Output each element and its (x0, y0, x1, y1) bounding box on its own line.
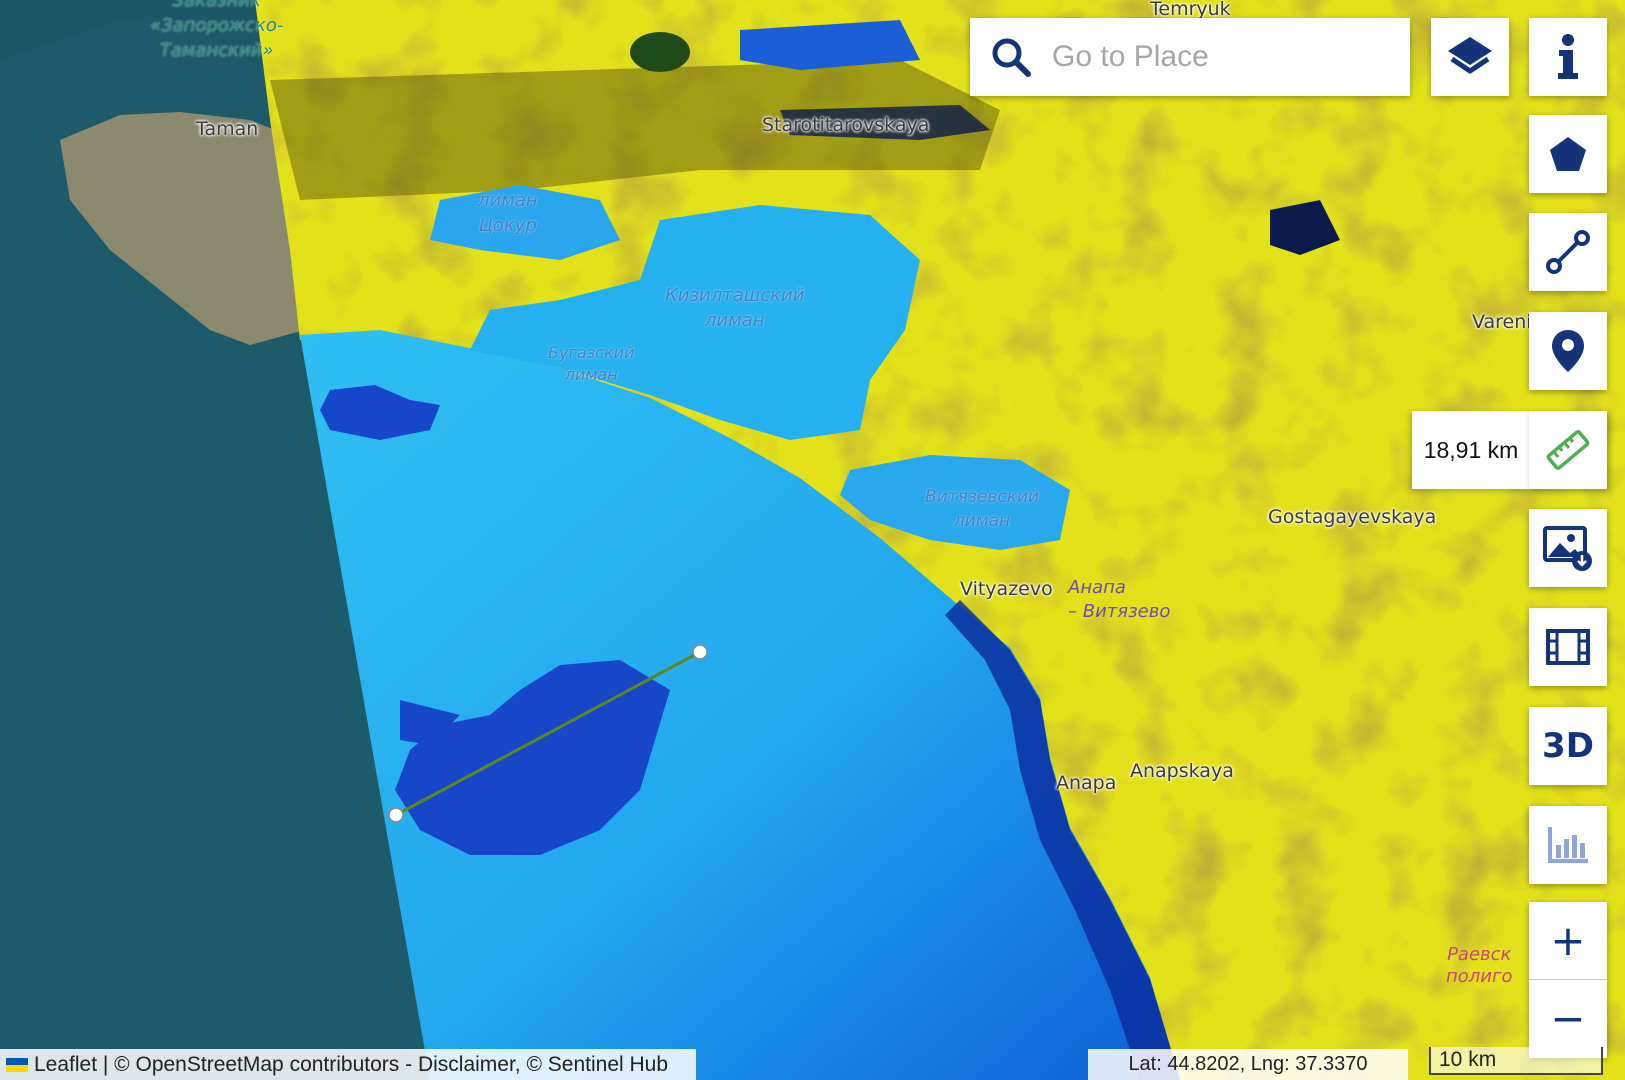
search-icon[interactable] (990, 36, 1032, 78)
map-imagery (0, 0, 1625, 1080)
info-button[interactable] (1529, 18, 1607, 96)
place-label-anapskaya: Anapskaya (1130, 760, 1234, 782)
place-label-vareni: Vareni (1472, 311, 1532, 333)
lagoon-label-bugaz-line1: Бугазский (548, 343, 635, 362)
lagoon-label-vityazevsky: Витязевский лиман (925, 485, 1039, 533)
map-canvas[interactable]: Заказник «Запорожско- Таманский» Temryuk… (0, 0, 1625, 1080)
lagoon-label-kiziltash-line1: Кизилташский (665, 285, 805, 306)
measure-end-handle[interactable] (692, 644, 708, 660)
line-icon (1546, 230, 1590, 274)
lagoon-label-vityazevsky-line2: лиман (953, 511, 1011, 531)
download-image-button[interactable] (1529, 509, 1607, 587)
airport-label-anapa: Анапа – Витязево (1068, 576, 1170, 624)
lagoon-label-vityazevsky-line1: Витязевский (925, 487, 1040, 507)
reserve-label-line1: Заказник (172, 0, 261, 11)
cursor-coordinates: Lat: 44.8202, Lng: 37.3370 (1088, 1049, 1408, 1080)
lagoon-label-tsokur-line2: Цокур (478, 215, 537, 236)
polygon-label-raevsky-line1: Раевск (1447, 944, 1512, 965)
pentagon-icon (1550, 137, 1586, 171)
airport-label-line2: – Витязево (1068, 601, 1171, 622)
place-label-temryuk: Temryuk (1150, 0, 1231, 20)
place-label-taman: Taman (196, 118, 259, 140)
airport-label-line1: Анапа (1068, 577, 1126, 598)
reserve-label: Заказник «Запорожско- Таманский» (150, 0, 283, 63)
info-icon (1558, 34, 1578, 79)
attribution-text[interactable]: Leaflet | © OpenStreetMap contributors -… (34, 1053, 668, 1077)
bar-chart-icon (1548, 827, 1588, 863)
lagoon-label-kiziltash: Кизилташский лиман (665, 283, 804, 333)
measure-distance-readout: 18,91 km (1412, 411, 1530, 489)
lagoon-label-bugaz-line2: лиман (564, 365, 618, 384)
place-label-starotitarovskaya: Starotitarovskaya (762, 114, 930, 136)
measure-button[interactable] (1529, 411, 1607, 489)
zoom-out-button[interactable]: − (1529, 979, 1607, 1057)
statistics-button[interactable] (1529, 806, 1607, 884)
ruler-icon (1546, 430, 1590, 470)
zoom-in-button[interactable]: + (1529, 902, 1607, 979)
place-marker-button[interactable] (1529, 312, 1607, 390)
place-label-vityazevo: Vityazevo (960, 578, 1053, 600)
lagoon-label-bugaz: Бугазский лиман (548, 342, 634, 386)
place-label-gostagayevskaya: Gostagayevskaya (1268, 506, 1437, 528)
film-icon (1546, 629, 1590, 665)
lagoon-label-kiziltash-line2: лиман (704, 310, 765, 331)
timelapse-button[interactable] (1529, 608, 1607, 686)
layers-button[interactable] (1431, 18, 1509, 96)
ukraine-flag-icon (6, 1057, 28, 1072)
map-attribution: Leaflet | © OpenStreetMap contributors -… (0, 1049, 696, 1080)
layers-icon (1448, 37, 1492, 74)
search-box (970, 18, 1410, 96)
measure-start-handle[interactable] (388, 807, 404, 823)
map-pin-icon (1552, 330, 1584, 372)
place-label-anapa: Anapa (1056, 772, 1117, 794)
reserve-label-line3: Таманский» (159, 40, 274, 61)
polygon-label-raevsky-line2: полиго (1446, 966, 1513, 987)
polygon-label-raevsky: Раевск полиго (1446, 944, 1512, 988)
scale-bar: 10 km (1429, 1047, 1603, 1075)
reserve-label-line2: «Запорожско- (150, 15, 284, 36)
lagoon-label-tsokur-line1: лиман (478, 190, 538, 211)
lagoon-label-tsokur: лиман Цокур (478, 188, 538, 238)
image-download-icon (1543, 526, 1592, 571)
draw-polygon-button[interactable] (1529, 115, 1607, 193)
search-input[interactable] (1050, 39, 1394, 75)
draw-line-button[interactable] (1529, 213, 1607, 291)
zoom-control: + − (1529, 902, 1607, 1058)
3d-view-button[interactable]: 3D (1529, 707, 1607, 785)
